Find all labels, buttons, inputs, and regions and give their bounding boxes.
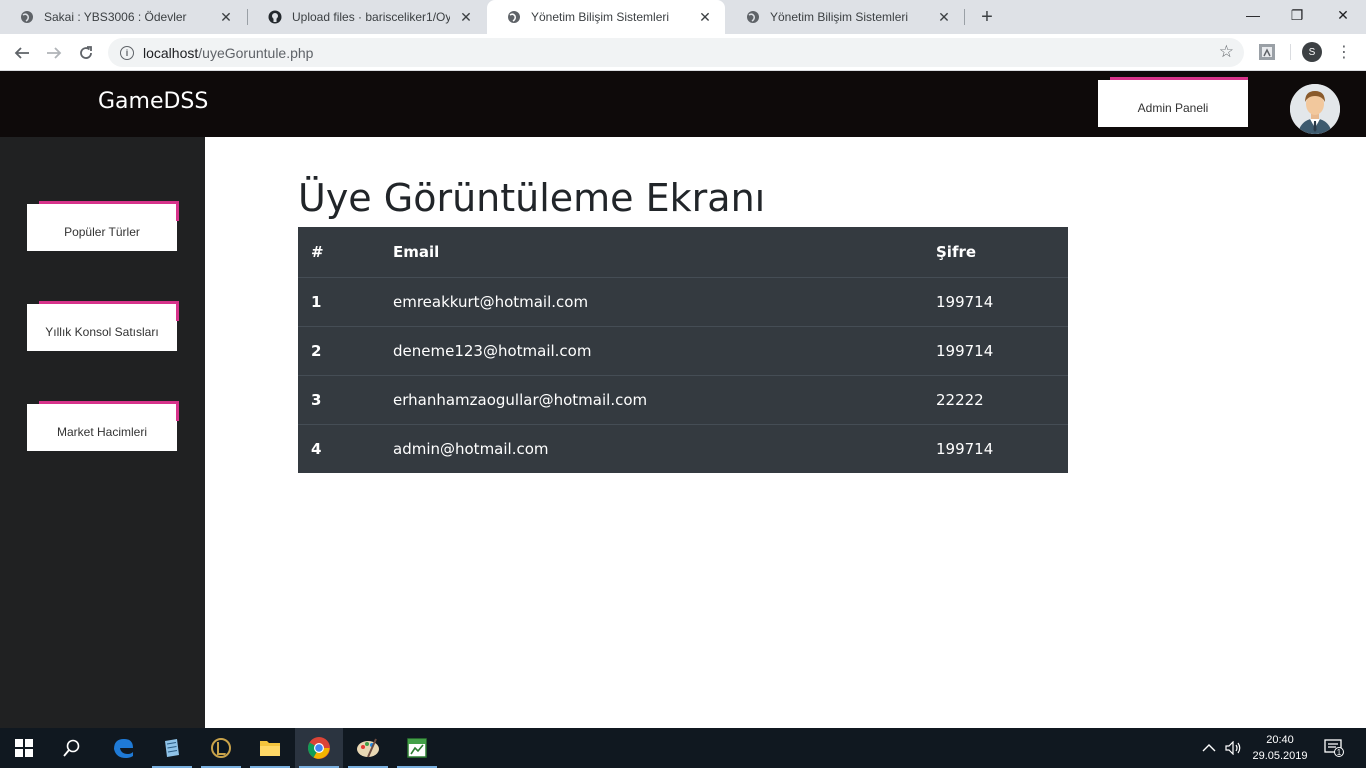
reload-button[interactable] [73,40,99,66]
close-window-button[interactable]: ✕ [1320,0,1366,30]
row-password: 199714 [923,276,1068,326]
profile-avatar[interactable]: S [1302,42,1322,62]
system-clock[interactable]: 20:40 29.05.2019 [1246,732,1314,764]
paint-icon[interactable] [344,728,392,768]
browser-tab[interactable]: Sakai : YBS3006 : Ödevler ✕ [0,0,246,34]
globe-icon [20,10,34,24]
accent-notch [176,201,179,221]
tab-title: Yönetim Bilişim Sistemleri [770,10,909,24]
bookmark-star-icon[interactable]: ☆ [1219,42,1234,62]
browser-tab-active[interactable]: Yönetim Bilişim Sistemleri ✕ [487,0,725,34]
notification-count: 1 [1336,748,1342,757]
back-button[interactable] [9,40,35,66]
minimize-button[interactable]: — [1230,0,1276,30]
sidebar-item-console-sales[interactable]: Yıllık Konsol Satısları [27,301,179,351]
row-email: emreakkurt@hotmail.com [380,276,923,326]
spreadsheet-icon[interactable] [393,728,441,768]
windows-start-icon[interactable] [0,728,48,768]
chevron-up-icon [1202,744,1216,752]
clock-date: 29.05.2019 [1252,750,1308,762]
tab-separator [964,9,965,25]
column-header-password: Şifre [936,242,977,261]
brand-logo[interactable]: GameDSS [98,89,208,114]
table-row: 4 admin@hotmail.com 199714 [298,423,1068,473]
row-index: 1 [298,276,380,326]
new-tab-button[interactable]: + [975,5,999,29]
close-tab-icon[interactable]: ✕ [458,9,474,25]
tab-title: Sakai : YBS3006 : Ödevler [44,10,187,24]
sidebar-item-label: Yıllık Konsol Satısları [45,324,159,339]
url-path: /uyeGoruntule.php [198,44,314,61]
row-email: admin@hotmail.com [380,423,923,473]
search-icon[interactable] [48,728,96,768]
row-password: 199714 [923,325,1068,375]
restore-button[interactable]: ❐ [1274,0,1320,30]
accent-notch [176,401,179,421]
sidebar-item-market-volumes[interactable]: Market Hacimleri [27,401,179,451]
table-row: 1 emreakkurt@hotmail.com 199714 [298,276,1068,326]
browser-tab-strip: Sakai : YBS3006 : Ödevler ✕ Upload files… [0,0,1366,34]
back-arrow-icon [14,47,29,59]
globe-icon [746,10,760,24]
close-tab-icon[interactable]: ✕ [218,9,234,25]
chrome-icon[interactable] [295,728,343,768]
file-explorer-icon[interactable] [246,728,294,768]
reload-icon [80,46,92,59]
row-index: 2 [298,325,380,375]
top-navbar: GameDSS Admin Paneli [0,71,1366,137]
forward-button[interactable] [41,40,67,66]
table-row: 2 deneme123@hotmail.com 199714 [298,325,1068,375]
sidebar-item-label: Market Hacimleri [56,424,147,439]
notepad-icon[interactable] [148,728,196,768]
row-email: deneme123@hotmail.com [380,325,923,375]
members-table: # Email Şifre 1 emreakkurt@hotmail.com 1… [298,227,1068,473]
league-icon[interactable] [197,728,245,768]
show-hidden-icons[interactable] [1202,728,1216,768]
row-email: erhanhamzaogullar@hotmail.com [380,374,923,424]
web-page: GameDSS Admin Paneli Popüler Türler Yıll… [0,71,1366,728]
browser-toolbar: i localhost/uyeGoruntule.php ☆ S ⋮ [0,34,1366,71]
url-host: localhost [143,44,199,61]
admin-panel-label: Admin Paneli [1137,100,1209,115]
tab-title: Upload files · barisceliker1/Oyun· [292,10,450,24]
close-tab-icon[interactable]: ✕ [697,9,713,25]
forward-arrow-icon [47,47,62,59]
clock-time: 20:40 [1266,734,1294,746]
browser-tab[interactable]: Yönetim Bilişim Sistemleri ✕ [726,0,964,34]
row-index: 3 [298,374,380,424]
accent-notch [176,301,179,321]
admin-panel-button[interactable]: Admin Paneli [1098,77,1248,127]
tab-title: Yönetim Bilişim Sistemleri [531,10,670,24]
edge-icon[interactable] [99,728,147,768]
column-header-email: Email [393,242,440,261]
extension-icon[interactable] [1258,43,1276,61]
sidebar-item-label: Popüler Türler [64,224,140,239]
info-icon[interactable]: i [120,45,134,60]
github-icon [268,10,282,24]
windows-taskbar: 20:40 29.05.2019 1 [0,728,1366,768]
browser-tab[interactable]: Upload files · barisceliker1/Oyun· ✕ [248,0,486,34]
volume-icon[interactable] [1225,728,1243,768]
page-title: Üye Görüntüleme Ekranı [298,176,766,220]
globe-icon [507,10,521,24]
notification-center-icon[interactable]: 1 [1324,728,1344,768]
url-text: localhost/uyeGoruntule.php [143,45,313,61]
user-avatar[interactable] [1290,84,1340,134]
row-index: 4 [298,423,380,473]
close-tab-icon[interactable]: ✕ [936,9,952,25]
sidebar-item-popular-genres[interactable]: Popüler Türler [27,201,179,251]
browser-menu-icon[interactable]: ⋮ [1336,42,1352,62]
table-row: 3 erhanhamzaogullar@hotmail.com 22222 [298,374,1068,424]
table-header-row: # Email Şifre [298,227,1068,277]
main-content: Üye Görüntüleme Ekranı [298,175,765,221]
address-bar[interactable]: i localhost/uyeGoruntule.php ☆ [108,38,1244,67]
row-password: 22222 [923,374,1068,424]
row-password: 199714 [923,423,1068,473]
column-header-index: # [311,242,324,261]
toolbar-separator [1290,44,1291,60]
sidebar: Popüler Türler Yıllık Konsol Satısları M… [0,137,205,728]
